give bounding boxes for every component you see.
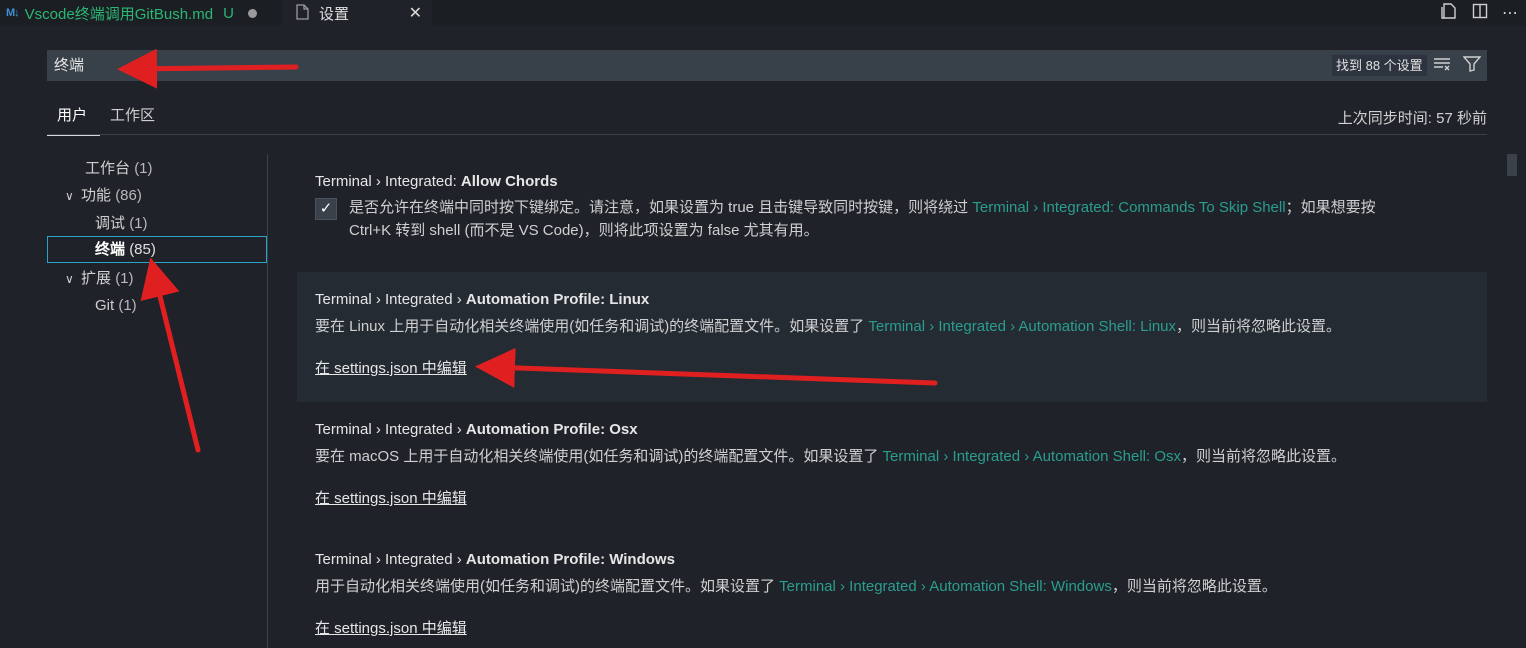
divider: [47, 134, 1487, 135]
filter-icon[interactable]: [1462, 55, 1482, 76]
setting-description: 要在 macOS 上用于自动化相关终端使用(如任务和调试)的终端配置文件。如果设…: [315, 448, 1347, 465]
settings-search-box[interactable]: 终端 找到 88 个设置: [47, 50, 1487, 81]
setting-automation-profile-osx: Terminal › Integrated › Automation Profi…: [297, 402, 1487, 532]
setting-link[interactable]: Terminal › Integrated: Commands To Skip …: [972, 199, 1285, 216]
close-icon[interactable]: ✕: [409, 3, 422, 23]
toc-item-debug[interactable]: 调试 (1): [95, 211, 148, 236]
setting-title: Terminal › Integrated › Automation Profi…: [315, 421, 638, 438]
untracked-badge: U: [223, 4, 234, 22]
edit-in-settings-json-link[interactable]: 在 settings.json 中编辑: [315, 617, 467, 638]
setting-title: Terminal › Integrated › Automation Profi…: [315, 551, 675, 568]
chevron-down-icon: ∨: [65, 189, 74, 203]
sync-status: 上次同步时间: 57 秒前: [1337, 110, 1487, 127]
setting-allow-chords: Terminal › Integrated: Allow Chords ✓ 是否…: [297, 160, 1487, 260]
edit-in-settings-json-link[interactable]: 在 settings.json 中编辑: [315, 487, 467, 508]
split-editor-icon[interactable]: [1472, 3, 1488, 24]
setting-link[interactable]: Terminal › Integrated › Automation Shell…: [868, 318, 1176, 335]
open-settings-json-icon[interactable]: [1440, 2, 1458, 25]
editor-tab-bar: M↓ Vscode终端调用GitBush.md U 设置 ✕ ⋯: [0, 0, 1526, 26]
unsaved-dot-icon[interactable]: [247, 8, 257, 18]
markdown-icon: M↓: [6, 7, 20, 19]
setting-title: Terminal › Integrated: Allow Chords: [315, 173, 558, 190]
setting-description: 要在 Linux 上用于自动化相关终端使用(如任务和调试)的终端配置文件。如果设…: [315, 318, 1342, 335]
allow-chords-checkbox[interactable]: ✓: [315, 198, 337, 220]
toc-item-git[interactable]: Git (1): [95, 293, 137, 318]
edit-in-settings-json-link[interactable]: 在 settings.json 中编辑: [315, 357, 467, 378]
arrow-to-terminal-toc: [140, 257, 201, 453]
search-input[interactable]: 终端: [54, 50, 84, 81]
tab-settings[interactable]: 设置 ✕: [282, 0, 432, 26]
tab-label: 设置: [319, 5, 350, 23]
toc-item-extensions[interactable]: ∨ 扩展 (1): [65, 266, 134, 291]
setting-automation-profile-windows: Terminal › Integrated › Automation Profi…: [297, 532, 1487, 648]
toc-item-workbench[interactable]: 工作台 (1): [85, 156, 153, 181]
tab-workspace-settings[interactable]: 工作区: [100, 105, 155, 127]
setting-link[interactable]: Terminal › Integrated › Automation Shell…: [779, 578, 1112, 595]
toc-item-terminal[interactable]: 终端 (85): [47, 236, 267, 263]
tab-markdown-file[interactable]: M↓ Vscode终端调用GitBush.md U: [0, 0, 282, 26]
more-actions-icon[interactable]: ⋯: [1502, 3, 1518, 23]
setting-description: 是否允许在终端中同时按下键绑定。请注意，如果设置为 true 且击键导致同时按键…: [349, 199, 1376, 239]
search-result-count: 找到 88 个设置: [1332, 55, 1427, 76]
tab-user-settings[interactable]: 用户: [47, 105, 100, 136]
clear-filter-icon[interactable]: [1433, 57, 1451, 75]
toc-item-features[interactable]: ∨ 功能 (86): [65, 183, 142, 208]
scrollbar-thumb[interactable]: [1507, 154, 1517, 176]
toc-separator: [267, 154, 268, 648]
tab-label: Vscode终端调用GitBush.md: [24, 5, 214, 23]
setting-description: 用于自动化相关终端使用(如任务和调试)的终端配置文件。如果设置了 Termina…: [315, 578, 1277, 595]
setting-link[interactable]: Terminal › Integrated › Automation Shell…: [883, 448, 1181, 465]
file-icon: [296, 3, 309, 23]
setting-automation-profile-linux: Terminal › Integrated › Automation Profi…: [297, 272, 1487, 402]
setting-title: Terminal › Integrated › Automation Profi…: [315, 291, 650, 308]
chevron-down-icon: ∨: [65, 272, 74, 286]
